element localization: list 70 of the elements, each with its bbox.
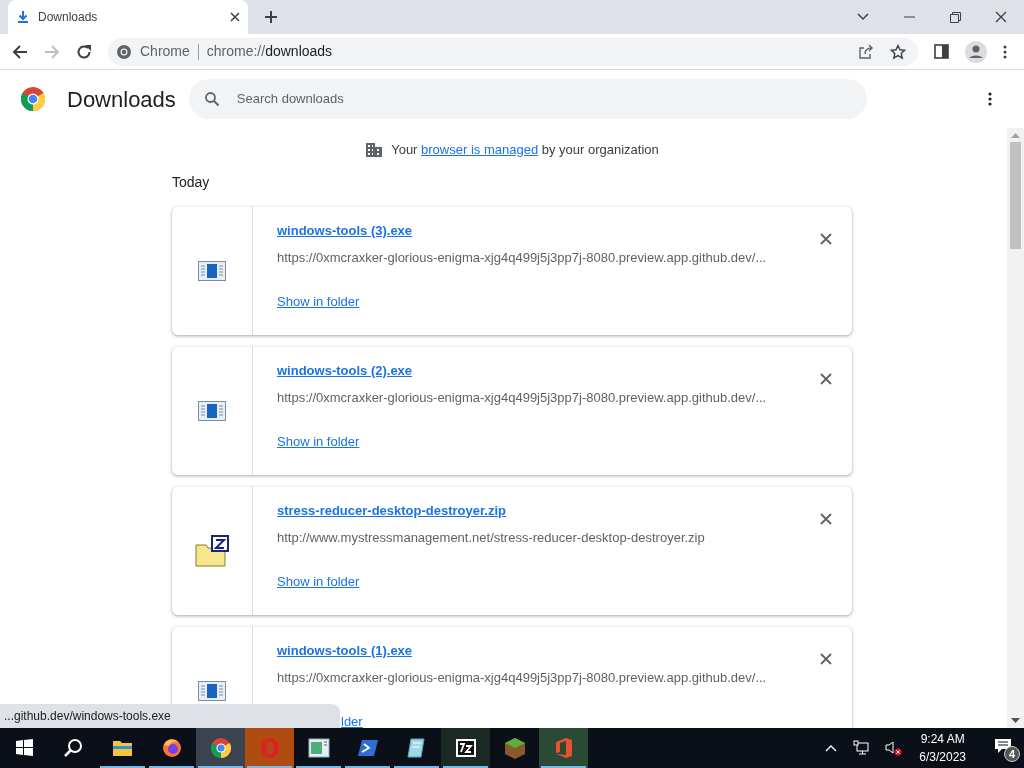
volume-muted-icon[interactable] [885, 740, 904, 756]
show-in-folder-link[interactable]: lder [341, 711, 363, 728]
taskbar-button[interactable] [441, 728, 490, 768]
site-label: Chrome [140, 42, 190, 61]
chevron-up-icon[interactable] [825, 744, 838, 752]
side-panel-icon[interactable] [934, 44, 949, 59]
notepad-icon [405, 737, 428, 759]
file-name-link[interactable]: windows-tools (2).exe [277, 360, 413, 380]
close-icon[interactable] [820, 653, 832, 666]
grass-block-icon [503, 737, 526, 759]
close-icon[interactable] [820, 233, 832, 246]
close-icon[interactable] [820, 513, 832, 526]
browser-tab[interactable]: Downloads [8, 0, 248, 34]
chevron-down-icon[interactable] [857, 13, 869, 21]
file-name-link[interactable]: windows-tools (3).exe [277, 220, 413, 240]
managed-notice: Your browser is managed by your organization [391, 141, 659, 159]
program-file-icon [198, 680, 226, 701]
menu-icon[interactable] [1003, 44, 1007, 59]
file-url: http://www.mystressmanagement.net/stress-reducer-desktop-destroyer.zip [277, 529, 705, 547]
notification-count: 4 [1004, 746, 1020, 762]
windows-start-icon [13, 737, 36, 759]
opera-icon [258, 737, 281, 759]
close-icon[interactable] [995, 11, 1007, 23]
new-tab-icon[interactable] [264, 10, 278, 24]
file-name-link[interactable]: stress-reducer-desktop-destroyer.zip [277, 500, 507, 520]
clock-time[interactable]: 9:24 AM [920, 730, 965, 748]
chrome-logo-icon [116, 43, 132, 60]
clock-date[interactable]: 6/3/2023 [919, 748, 966, 766]
search-icon [204, 92, 219, 106]
managed-link[interactable]: browser is managed [421, 142, 539, 157]
file-url: https://0xmcraxker-glorious-enigma-xjg4q499j5j3pp7j-8080.preview.app.github.dev/... [277, 669, 767, 687]
taskbar-button[interactable] [196, 728, 245, 768]
search-field[interactable]: Search downloads [234, 88, 795, 110]
page-title: Downloads [67, 85, 176, 114]
url-text: chrome://downloads [206, 42, 333, 61]
archive-file-icon [195, 534, 229, 567]
program-file-icon [198, 400, 226, 421]
search-bar[interactable]: Search downloads [188, 79, 867, 119]
file-url: https://0xmcraxker-glorious-enigma-xjg4q499j5j3pp7j-8080.preview.app.github.dev/... [277, 389, 767, 407]
more-icon[interactable] [988, 92, 992, 106]
archive-app-icon [454, 737, 477, 759]
profile-icon[interactable] [965, 40, 987, 63]
show-in-folder-link[interactable]: Show in folder [277, 291, 360, 311]
reload-icon[interactable] [76, 43, 92, 60]
tab-title: Downloads [38, 9, 99, 26]
download-icon [16, 10, 30, 24]
close-icon[interactable] [230, 12, 240, 22]
back-icon[interactable] [12, 43, 28, 60]
network-icon[interactable] [853, 740, 870, 756]
chrome-icon [209, 737, 232, 759]
restore-icon[interactable] [949, 11, 961, 23]
status-bubble: ...github.dev/windows-tools.exe [0, 704, 340, 728]
scrollbar-thumb[interactable] [1010, 142, 1021, 249]
address-bar[interactable]: Chrome chrome://downloads [108, 37, 918, 66]
show-in-folder-link[interactable]: Show in folder [277, 431, 360, 451]
program-file-icon [198, 260, 226, 281]
terminal-icon [356, 737, 379, 759]
scroll-down-icon[interactable] [1011, 718, 1020, 724]
section-heading: Today [172, 173, 210, 190]
chrome-logo-icon [21, 87, 45, 111]
star-icon[interactable] [890, 43, 906, 60]
share-icon[interactable] [858, 43, 874, 60]
show-in-folder-link[interactable]: Show in folder [277, 571, 360, 591]
file-url: https://0xmcraxker-glorious-enigma-xjg4q499j5j3pp7j-8080.preview.app.github.dev/... [277, 249, 767, 267]
firefox-icon [160, 737, 183, 759]
search-icon [62, 737, 85, 759]
app-window-icon [307, 737, 330, 759]
building-icon [365, 141, 384, 158]
close-icon[interactable] [820, 373, 832, 386]
file-name-link[interactable]: windows-tools (1).exe [277, 640, 413, 660]
